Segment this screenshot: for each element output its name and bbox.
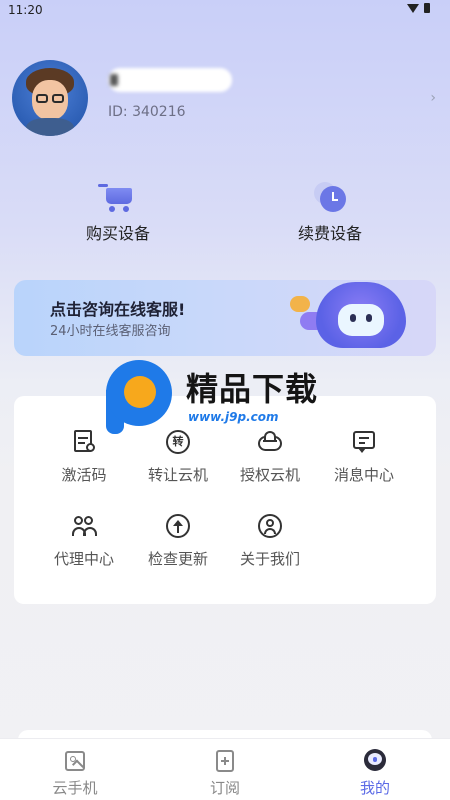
- transfer-icon: 转: [164, 428, 192, 456]
- quick-actions: 购买设备 续费设备: [0, 180, 450, 244]
- message-icon: [350, 428, 378, 456]
- nickname-redacted: [108, 68, 232, 92]
- watermark-logo: 精品下载 www.j9p.com: [100, 358, 360, 434]
- menu-item-messages[interactable]: 消息中心: [318, 428, 410, 485]
- banner-title: 点击咨询在线客服!: [50, 300, 186, 319]
- avatar[interactable]: [12, 60, 88, 136]
- profile-header[interactable]: ID: 340216 ›: [0, 56, 450, 140]
- tab-cloud-phone[interactable]: 云手机: [30, 745, 120, 798]
- menu-label: 代理中心: [53, 550, 114, 568]
- bottom-tab-bar: 云手机 订阅 我的: [0, 738, 450, 800]
- tab-label: 云手机: [52, 779, 98, 797]
- mine-icon: [363, 749, 387, 773]
- battery-icon: [424, 3, 430, 13]
- subscribe-icon: [213, 749, 237, 773]
- watermark-title: 精品下载: [186, 370, 319, 408]
- cart-icon: [98, 180, 138, 216]
- cloud-authorize-icon: [256, 428, 284, 456]
- menu-label: 激活码: [61, 466, 107, 484]
- activation-code-icon: [70, 428, 98, 456]
- agent-icon: [70, 512, 98, 540]
- menu-label: 授权云机: [239, 466, 300, 484]
- clock-icon: [310, 180, 350, 216]
- chat-bubble-icon: [290, 296, 310, 312]
- menu-label: 消息中心: [333, 466, 394, 484]
- menu-item-agent[interactable]: 代理中心: [38, 512, 130, 569]
- buy-device-button[interactable]: 购买设备: [58, 180, 178, 244]
- about-icon: [256, 512, 284, 540]
- wifi-icon: [407, 3, 419, 13]
- menu-item-transfer[interactable]: 转 转让云机: [132, 428, 224, 485]
- tab-subscribe[interactable]: 订阅: [180, 745, 270, 798]
- menu-label: 检查更新: [147, 550, 208, 568]
- online-service-banner[interactable]: 点击咨询在线客服! 24小时在线客服咨询: [14, 280, 436, 356]
- menu-label: 转让云机: [147, 466, 208, 484]
- cloud-phone-icon: [63, 749, 87, 773]
- tab-label: 订阅: [209, 779, 240, 797]
- menu-item-activation-code[interactable]: 激活码: [38, 428, 130, 485]
- watermark-url: www.j9p.com: [188, 410, 279, 424]
- banner-subtitle: 24小时在线客服咨询: [50, 324, 171, 339]
- renew-device-button[interactable]: 续费设备: [270, 180, 390, 244]
- status-bar: 11:20: [0, 0, 450, 22]
- update-icon: [164, 512, 192, 540]
- renew-device-label: 续费设备: [297, 224, 362, 243]
- buy-device-label: 购买设备: [85, 224, 150, 243]
- menu-item-check-update[interactable]: 检查更新: [132, 512, 224, 569]
- status-icons: [407, 3, 430, 13]
- menu-label: 关于我们: [239, 550, 300, 568]
- menu-item-about[interactable]: 关于我们: [224, 512, 316, 569]
- menu-item-authorize[interactable]: 授权云机: [224, 428, 316, 485]
- user-id: ID: 340216: [108, 104, 186, 120]
- status-time: 11:20: [8, 3, 43, 17]
- tab-mine[interactable]: 我的: [330, 745, 420, 798]
- chevron-right-icon[interactable]: ›: [430, 90, 436, 106]
- j9p-logo-icon: [100, 360, 174, 434]
- robot-face: [338, 304, 384, 336]
- tab-label: 我的: [359, 779, 390, 797]
